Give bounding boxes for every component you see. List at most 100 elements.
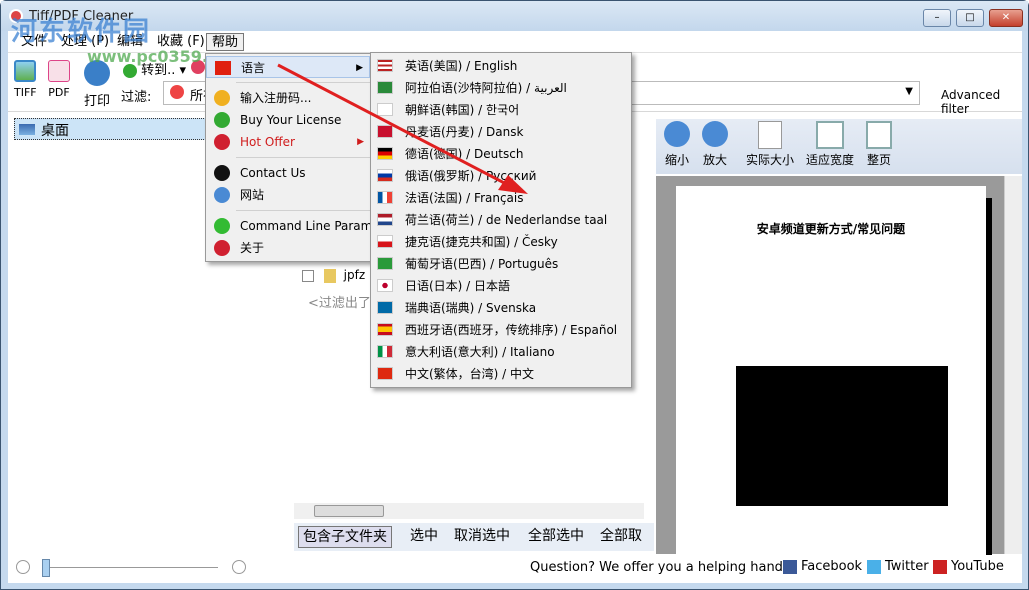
help-menu-item[interactable]: Hot Offer ▶ (206, 131, 370, 153)
zoom-in-button[interactable]: 放大 (702, 121, 728, 168)
es-flag-icon (377, 323, 393, 336)
document-area: 安卓频道更新方式/常见问题 (656, 176, 1004, 558)
help-menu-item[interactable]: Command Line Params (206, 215, 379, 237)
horizontal-scrollbar[interactable] (294, 503, 644, 519)
deselect-all-button[interactable]: 全部取 (596, 526, 646, 548)
checkbox[interactable] (302, 269, 314, 282)
youtube-link[interactable]: YouTube (951, 559, 1004, 574)
key-icon (214, 90, 230, 106)
language-item-it[interactable]: 意大利语(意大利) / Italiano (371, 341, 631, 363)
info-icon (214, 134, 230, 150)
twitter-icon (867, 560, 881, 574)
language-item-cn[interactable]: 中文(繁体，台湾) / 中文 (371, 363, 631, 385)
language-item-kr[interactable]: 朝鲜语(韩国) / 한국어 (371, 99, 631, 121)
menu-separator (236, 82, 370, 83)
document-image (736, 366, 948, 506)
slider-thumb[interactable] (42, 559, 50, 577)
info-icon (214, 240, 230, 256)
facebook-link[interactable]: Facebook (801, 559, 862, 574)
help-menu-item[interactable]: Buy Your License (206, 109, 370, 131)
scroll-thumb[interactable] (314, 505, 384, 517)
se-flag-icon (377, 301, 393, 314)
list-item[interactable]: jpfz (302, 268, 365, 283)
actual-size-button[interactable]: 实际大小 (746, 121, 794, 168)
maximize-button[interactable]: □ (956, 9, 984, 27)
zoom-out-icon[interactable] (16, 560, 30, 574)
page-icon (758, 121, 782, 149)
globe-icon (214, 187, 230, 203)
nl-flag-icon (377, 213, 393, 226)
language-item-dk[interactable]: 丹麦语(丹麦) / Dansk (371, 121, 631, 143)
zoom-slider[interactable] (48, 567, 218, 568)
facebook-icon (783, 560, 797, 574)
language-item-jp[interactable]: 日语(日本) / 日本語 (371, 275, 631, 297)
pdf-button[interactable]: PDF (48, 60, 70, 99)
menu-separator (236, 210, 370, 211)
language-submenu: 英语(美国) / English 阿拉伯语(沙特阿拉伯) / العربية 朝鲜语… (370, 52, 632, 388)
viewer-toolbar: 缩小 放大 实际大小 适应宽度 整页 (656, 119, 1022, 174)
zoom-minus-icon (702, 121, 728, 147)
ru-flag-icon (377, 169, 393, 182)
help-menu-item[interactable]: 关于 (206, 237, 370, 259)
language-item-ru[interactable]: 俄语(俄罗斯) / Русский (371, 165, 631, 187)
help-menu: 语言 ▶ 输入注册码... Buy Your License Hot Offer ▶ Con… (205, 53, 379, 262)
language-item-br[interactable]: 葡萄牙语(巴西) / Português (371, 253, 631, 275)
language-item-se[interactable]: 瑞典语(瑞典) / Svenska (371, 297, 631, 319)
advanced-filter-link[interactable]: Advanced filter (941, 88, 1022, 116)
selection-bar: 包含子文件夹 选中 取消选中 全部选中 全部取 (294, 523, 654, 551)
language-item-nl[interactable]: 荷兰语(荷兰) / de Nederlandse taal (371, 209, 631, 231)
preview-pane: 缩小 放大 实际大小 适应宽度 整页 安卓频道更新方式/常见问题 (656, 114, 1022, 558)
help-menu-item[interactable]: 语言 ▶ (206, 56, 370, 78)
watermark: 河东软件园 (11, 17, 152, 47)
vertical-scrollbar[interactable] (1004, 176, 1022, 554)
whole-page-icon (866, 121, 892, 149)
print-button[interactable]: 打印 (84, 60, 110, 109)
chevron-down-icon: ▼ (905, 86, 913, 97)
select-all-button[interactable]: 全部选中 (524, 526, 588, 548)
deselect-button[interactable]: 取消选中 (450, 526, 514, 548)
include-subfolders-button[interactable]: 包含子文件夹 (298, 526, 392, 548)
cmd-icon (214, 218, 230, 234)
zoom-in-plus-icon (664, 121, 690, 147)
us-flag-icon (377, 59, 393, 72)
select-button[interactable]: 选中 (406, 526, 442, 548)
language-item-es[interactable]: 西班牙语(西班牙，传统排序) / Español (371, 319, 631, 341)
dollar-icon (214, 112, 230, 128)
close-button[interactable]: ✕ (989, 9, 1023, 27)
fit-width-icon (816, 121, 844, 149)
twitter-link[interactable]: Twitter (885, 559, 929, 574)
status-bar: Question? We offer you a helping hand - … (8, 555, 1022, 583)
cn-flag-icon (377, 367, 393, 380)
tiff-button[interactable]: TIFF (14, 60, 37, 99)
filter-icon (170, 85, 184, 99)
youtube-icon (933, 560, 947, 574)
minimize-button[interactable]: – (923, 9, 951, 27)
br-flag-icon (377, 257, 393, 270)
fit-width-button[interactable]: 适应宽度 (806, 121, 854, 168)
language-item-fr[interactable]: 法语(法国) / Français (371, 187, 631, 209)
de-flag-icon (377, 147, 393, 160)
folder-icon (323, 268, 336, 283)
document-page: 安卓频道更新方式/常见问题 (676, 186, 986, 558)
language-item-de[interactable]: 德语(德国) / Deutsch (371, 143, 631, 165)
it-flag-icon (377, 345, 393, 358)
zoom-in-icon[interactable] (232, 560, 246, 574)
cn-flag-icon (215, 61, 231, 75)
submenu-arrow-icon: ▶ (356, 63, 363, 73)
submenu-arrow-icon: ▶ (357, 137, 364, 147)
tiff-icon (14, 60, 37, 82)
language-item-sa[interactable]: 阿拉伯语(沙特阿拉伯) / العربية (371, 77, 631, 99)
sa-flag-icon (377, 81, 393, 94)
whole-page-button[interactable]: 整页 (866, 121, 892, 168)
dk-flag-icon (377, 125, 393, 138)
cz-flag-icon (377, 235, 393, 248)
help-menu-item[interactable]: Contact Us (206, 162, 370, 184)
help-menu-item[interactable]: 网站 (206, 184, 370, 206)
language-item-cz[interactable]: 捷克语(捷克共和国) / Česky (371, 231, 631, 253)
zoom-out-button[interactable]: 缩小 (664, 121, 690, 168)
language-item-us[interactable]: 英语(美国) / English (371, 55, 631, 77)
desktop-icon (19, 124, 35, 135)
menu-separator (236, 157, 370, 158)
help-menu-item[interactable]: 输入注册码... (206, 87, 370, 109)
pdf-icon (48, 60, 70, 82)
